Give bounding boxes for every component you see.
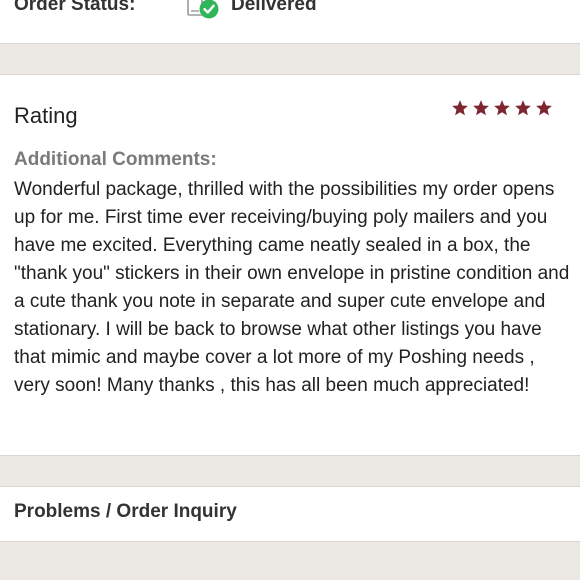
star-icon (535, 99, 553, 117)
package-delivered-check-icon (186, 0, 220, 20)
problems-order-inquiry-label: Problems / Order Inquiry (14, 501, 237, 522)
star-rating (451, 99, 553, 117)
star-icon (451, 99, 469, 117)
order-status-label: Order Status: (14, 0, 136, 15)
problems-order-inquiry-row[interactable]: Problems / Order Inquiry (0, 486, 580, 542)
order-status-section: Order Status: Delivered (0, 0, 580, 44)
rating-title: Rating (14, 103, 78, 128)
additional-comments-text: Wonderful package, thrilled with the pos… (14, 179, 570, 396)
additional-comments-heading: Additional Comments: (14, 149, 217, 170)
rating-section: Rating Additional Comments: Wonderful pa… (0, 74, 580, 456)
star-icon (472, 99, 490, 117)
order-status-value: Delivered (231, 0, 317, 15)
star-icon (493, 99, 511, 117)
star-icon (514, 99, 532, 117)
